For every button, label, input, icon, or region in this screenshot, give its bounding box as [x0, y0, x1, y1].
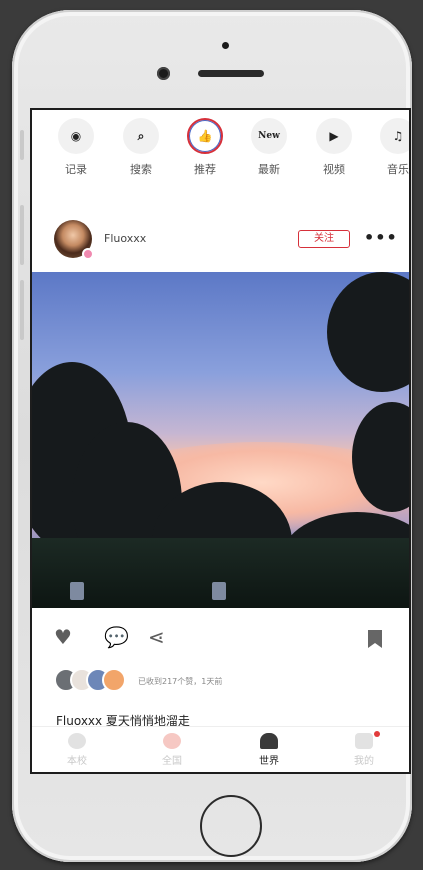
notification-dot [374, 731, 380, 737]
tab-label: 本校 [67, 756, 87, 767]
likes-row: 已收到217个赞，1天前 [32, 668, 409, 696]
camera-icon: ◉ [58, 118, 94, 154]
volume-up-button [20, 205, 24, 265]
category-search[interactable]: ⌕ 搜索 [111, 114, 171, 177]
street-lamp [212, 582, 226, 600]
world-icon [260, 733, 278, 749]
category-strip: ◉ 记录 ⌕ 搜索 👍 推荐 New 最新 ▶ 视频 ♫ 音乐 [32, 114, 409, 184]
tab-label: 我的 [354, 756, 374, 767]
tab-world[interactable]: 世界 [239, 733, 299, 767]
tab-profile[interactable]: 我的 [334, 731, 394, 767]
earpiece-speaker [198, 70, 264, 77]
thumbs-up-icon: 👍 [187, 118, 223, 154]
comment-icon[interactable]: 💬 [104, 625, 129, 649]
post-actions: ♥ 💬 ⋖ [32, 625, 409, 655]
category-label: 记录 [65, 163, 87, 176]
gender-badge-icon [82, 248, 94, 260]
category-label: 推荐 [194, 163, 216, 176]
category-label: 搜索 [130, 163, 152, 176]
category-label: 最新 [258, 163, 280, 176]
category-label: 视频 [323, 163, 345, 176]
app-screen: ◉ 记录 ⌕ 搜索 👍 推荐 New 最新 ▶ 视频 ♫ 音乐 Fluoxxx … [30, 108, 411, 774]
tree-silhouette [327, 272, 409, 392]
follow-button[interactable]: 关注 [298, 230, 350, 248]
bookmark-icon[interactable] [368, 630, 382, 648]
tab-label: 全国 [162, 756, 182, 767]
likes-summary[interactable]: 已收到217个赞，1天前 [138, 676, 222, 687]
category-video[interactable]: ▶ 视频 [304, 114, 364, 177]
tab-label: 世界 [259, 756, 279, 767]
avatar[interactable] [54, 220, 94, 260]
front-camera [157, 67, 170, 80]
bottom-nav: 本校 全国 世界 我的 [32, 726, 409, 772]
video-icon: ▶ [316, 118, 352, 154]
search-icon: ⌕ [123, 118, 159, 154]
tab-school[interactable]: 本校 [47, 733, 107, 767]
post-photo[interactable] [32, 272, 409, 608]
new-icon: New [251, 118, 287, 154]
post-header: Fluoxxx 关注 ••• [32, 220, 409, 266]
country-icon [163, 733, 181, 749]
heart-icon[interactable]: ♥ [54, 625, 72, 649]
home-button[interactable] [200, 795, 262, 857]
username[interactable]: Fluoxxx [104, 232, 146, 245]
category-recommend[interactable]: 👍 推荐 [175, 114, 235, 177]
mute-switch [20, 130, 24, 160]
street-lamp [70, 582, 84, 600]
volume-down-button [20, 280, 24, 340]
category-latest[interactable]: New 最新 [239, 114, 299, 177]
profile-icon [355, 733, 373, 749]
category-record[interactable]: ◉ 记录 [46, 114, 106, 177]
category-label: 音乐 [387, 163, 409, 176]
liker-avatar[interactable] [102, 668, 126, 692]
music-icon: ♫ [380, 118, 409, 154]
tab-country[interactable]: 全国 [142, 733, 202, 767]
more-options-icon[interactable]: ••• [364, 228, 398, 247]
category-music[interactable]: ♫ 音乐 [368, 114, 409, 177]
proximity-sensor [222, 42, 229, 49]
share-icon[interactable]: ⋖ [148, 625, 165, 649]
school-icon [68, 733, 86, 749]
